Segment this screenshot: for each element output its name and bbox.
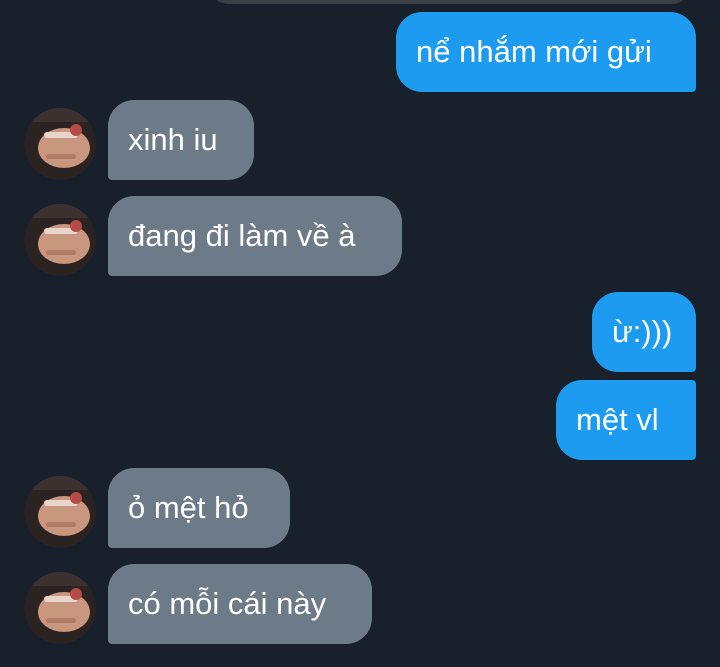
- message-bubble-incoming[interactable]: đang đi làm về à: [108, 196, 402, 276]
- message-bubble-incoming[interactable]: xinh iu: [108, 100, 254, 180]
- contact-avatar[interactable]: [24, 204, 96, 276]
- message-bubble-incoming[interactable]: có mỗi cái này: [108, 564, 372, 644]
- contact-avatar[interactable]: [24, 476, 96, 548]
- message-bubble-outgoing[interactable]: nể nhắm mới gửi: [396, 12, 696, 92]
- avatar-photo-icon: [24, 476, 96, 548]
- avatar-photo-icon: [24, 204, 96, 276]
- message-bubble-incoming[interactable]: ỏ mệt hỏ: [108, 468, 290, 548]
- message-text: đang đi làm về à: [128, 218, 356, 253]
- message-bubble-outgoing[interactable]: ừ:))): [592, 292, 696, 372]
- message-bubble-outgoing[interactable]: mệt vl: [556, 380, 696, 460]
- message-text: có mỗi cái này: [128, 586, 327, 621]
- message-text: mệt vl: [576, 402, 659, 437]
- avatar-photo-icon: [24, 572, 96, 644]
- message-text: ừ:))): [612, 314, 673, 349]
- previous-media-preview[interactable]: [210, 0, 690, 4]
- message-text: xinh iu: [128, 122, 218, 157]
- message-text: nể nhắm mới gửi: [416, 34, 652, 69]
- contact-avatar[interactable]: [24, 108, 96, 180]
- avatar-photo-icon: [24, 108, 96, 180]
- message-text: ỏ mệt hỏ: [128, 490, 249, 525]
- contact-avatar[interactable]: [24, 572, 96, 644]
